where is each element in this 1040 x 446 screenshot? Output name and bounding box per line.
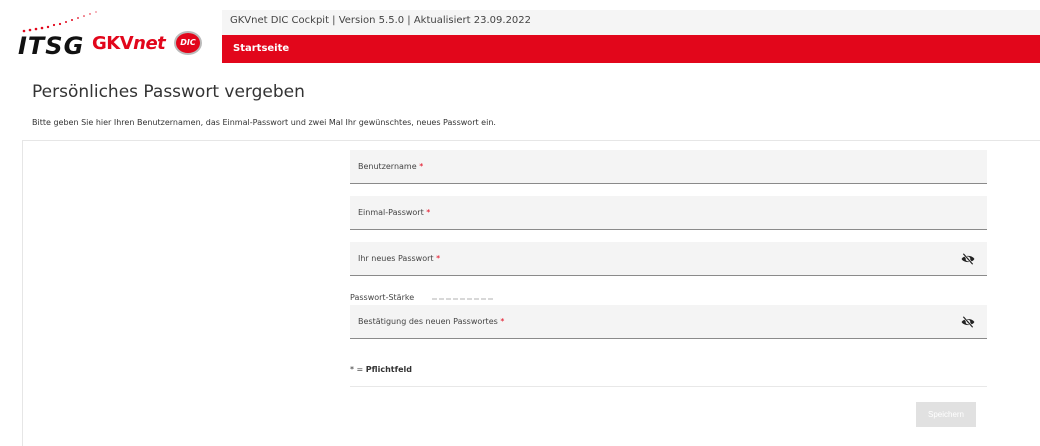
required-marker: * [426,208,431,217]
eye-slash-icon[interactable] [961,315,975,329]
new-password-field[interactable]: Ihr neues Passwort * [350,242,987,276]
content-panel [22,140,1040,446]
gkvnet-logo: GKVnet [92,33,166,54]
username-label-text: Benutzername [358,162,417,171]
confirm-password-label: Bestätigung des neuen Passwortes * [358,317,504,326]
new-password-label-text: Ihr neues Passwort [358,254,434,263]
confirm-password-label-text: Bestätigung des neuen Passwortes [358,317,498,326]
nav-tab-startseite[interactable]: Startseite [233,43,289,54]
itsg-logo: ITSG [18,32,85,60]
onetime-password-label-text: Einmal-Passwort [358,208,424,217]
logo-area[interactable]: ITSG GKVnet DIC [0,0,222,68]
net-logo-text: net [133,33,166,54]
eye-slash-icon[interactable] [961,252,975,266]
instruction-text: Bitte geben Sie hier Ihren Benutzernamen… [32,118,496,127]
gkv-logo-text: GKV [92,33,134,54]
required-marker: * [500,317,505,326]
required-marker: * [419,162,424,171]
required-note-text: Pflichtfeld [365,365,412,374]
required-marker: * [436,254,441,263]
page-title: Persönliches Passwort vergeben [32,82,305,102]
version-info: GKVnet DIC Cockpit | Version 5.5.0 | Akt… [230,15,532,26]
onetime-password-field[interactable]: Einmal-Passwort * [350,196,987,230]
confirm-password-field[interactable]: Bestätigung des neuen Passwortes * [350,305,987,339]
dic-logo-badge: DIC [174,31,202,55]
dic-logo-text: DIC [180,38,196,47]
password-strength-meter [432,298,494,300]
password-strength-label: Passwort-Stärke [350,293,415,302]
new-password-label: Ihr neues Passwort * [358,254,440,263]
required-field-note: * = Pflichtfeld [350,365,412,374]
form-divider [350,386,987,387]
save-button[interactable]: Speichern [916,402,976,427]
onetime-password-label: Einmal-Passwort * [358,208,430,217]
top-info-bar: GKVnet DIC Cockpit | Version 5.5.0 | Akt… [222,10,1040,35]
username-field[interactable]: Benutzername * [350,150,987,184]
main-navigation: Startseite [222,35,1040,63]
header: ITSG GKVnet DIC GKVnet DIC Cockpit | Ver… [0,0,1040,68]
required-note-prefix: * = [350,365,366,374]
username-label: Benutzername * [358,162,423,171]
